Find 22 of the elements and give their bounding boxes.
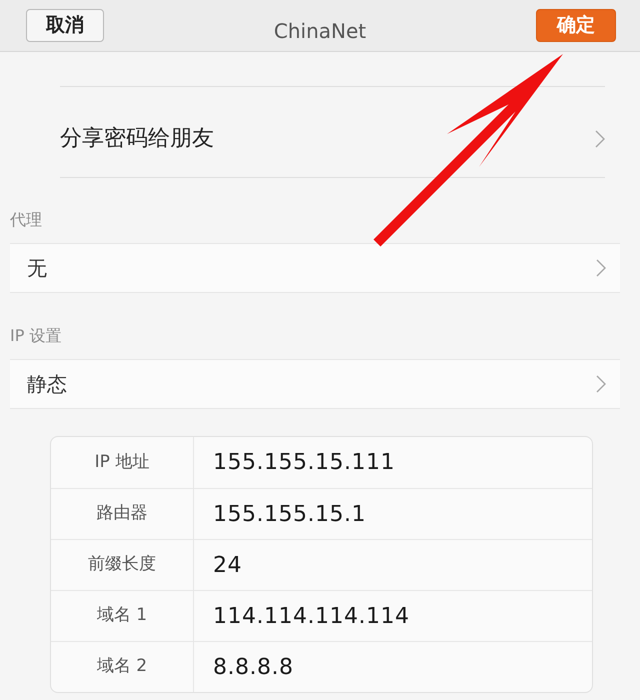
network-title: ChinaNet: [274, 18, 366, 44]
ip-input-field[interactable]: 114.114.114.114: [194, 591, 592, 641]
ip-input-field[interactable]: 24: [194, 540, 592, 590]
chevron-right-icon: [595, 130, 605, 148]
option-value: 静态: [27, 371, 67, 398]
ip-input-field[interactable]: 155.155.15.1: [194, 489, 592, 539]
option-value: 无: [27, 255, 47, 282]
section-label: IP 设置: [10, 325, 62, 347]
field-label: 域名 2: [51, 642, 194, 692]
option-row[interactable]: 无: [10, 243, 620, 293]
option-row[interactable]: 静态: [10, 359, 620, 409]
field-label: 域名 1: [51, 591, 194, 641]
ip-input-field[interactable]: 8.8.8.8: [194, 642, 592, 692]
field-label: IP 地址: [51, 437, 194, 488]
field-label: 路由器: [51, 489, 194, 539]
cancel-button[interactable]: 取消: [26, 9, 104, 42]
chevron-right-icon: [596, 259, 606, 277]
row-label: 分享密码给朋友: [60, 125, 214, 153]
ip-input-field[interactable]: 155.155.15.111: [194, 437, 592, 488]
chevron-right-icon: [596, 375, 606, 393]
section-label: 代理: [10, 209, 43, 231]
field-label: 前缀长度: [51, 540, 194, 590]
